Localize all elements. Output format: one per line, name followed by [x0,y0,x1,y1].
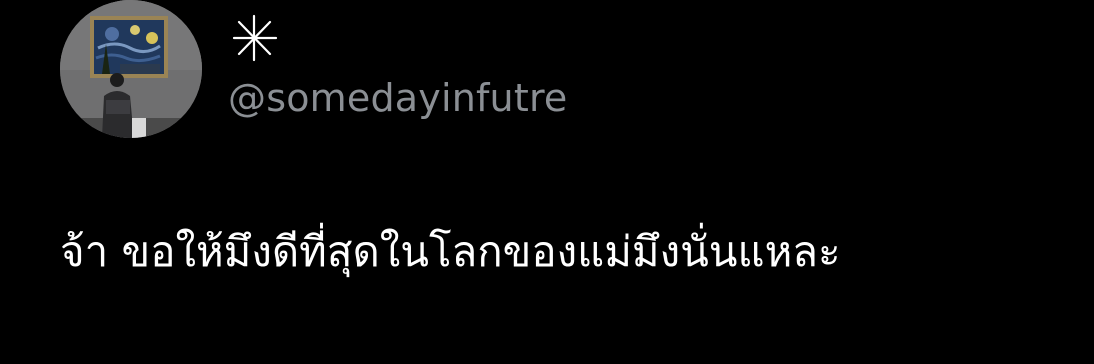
avatar[interactable] [60,0,202,138]
author-handle[interactable]: @somedayinfutre [228,72,568,124]
tweet: ☆ @somedayinfutre จ้า ขอให้มึงดีที่สุดใน… [0,0,1094,364]
star-icon [232,14,278,62]
avatar-image [60,0,202,138]
display-name[interactable]: ☆ [226,8,286,68]
tweet-text: จ้า ขอให้มึงดีที่สุดในโลกของแม่มึงนั่นแห… [60,227,841,276]
